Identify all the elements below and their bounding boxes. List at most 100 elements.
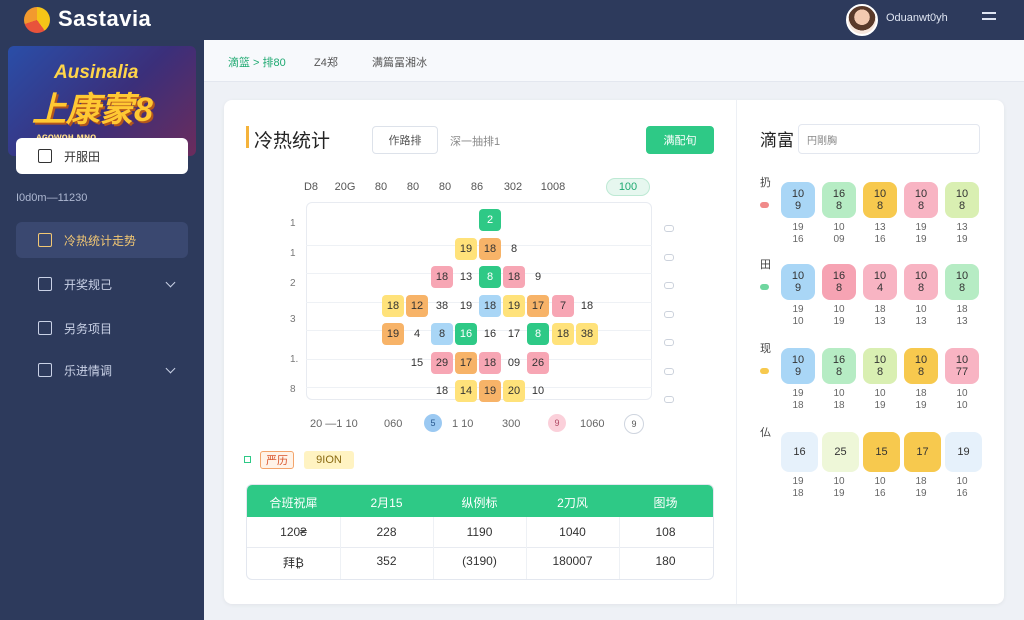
heatmap-cell[interactable]: 8 xyxy=(503,238,525,260)
heatmap-cell[interactable]: 19 xyxy=(455,295,477,317)
number-ball[interactable]: 10 4 xyxy=(863,264,897,300)
heatmap-cell[interactable]: 13 xyxy=(455,266,477,288)
number-ball[interactable]: 10 8 xyxy=(863,182,897,218)
number-ball[interactable]: 16 8 xyxy=(822,348,856,384)
heatmap-cell[interactable]: 4 xyxy=(406,323,428,345)
banner-headline: 上康蒙8 xyxy=(32,91,153,129)
table-header-cell: 纵例标 xyxy=(461,496,498,510)
ball-number: 8 xyxy=(876,200,884,212)
number-ball[interactable]: 10 8 xyxy=(945,182,979,218)
sidebar-item-hot-cold[interactable]: 冷热统计走势 xyxy=(16,222,188,258)
heatmap-cell[interactable]: 38 xyxy=(431,295,453,317)
right-panel-search-input[interactable] xyxy=(798,124,980,154)
number-ball[interactable]: 10 9 xyxy=(781,182,815,218)
sidebar-item-projects[interactable]: 另务项目 xyxy=(16,310,188,346)
heatmap-cell[interactable]: 17 xyxy=(527,295,549,317)
number-ball[interactable]: 19 xyxy=(945,432,982,472)
heatmap-cell[interactable]: 7 xyxy=(552,295,574,317)
legend-badge[interactable]: 严历 xyxy=(260,451,294,469)
heatmap-cell[interactable]: 18 xyxy=(479,352,501,374)
ball-stat: 10 xyxy=(833,304,845,315)
heatmap-cell[interactable]: 29 xyxy=(431,352,453,374)
heatmap-cell[interactable]: 14 xyxy=(455,380,477,402)
number-ball[interactable]: 17 xyxy=(904,432,941,472)
row-marker-icon[interactable] xyxy=(664,225,674,232)
heatmap-cell[interactable]: 15 xyxy=(406,352,428,374)
sidebar-item-label: I0d0m—11230 xyxy=(16,192,88,204)
number-ball[interactable]: 10 8 xyxy=(904,264,938,300)
number-ball[interactable]: 10 8 xyxy=(904,348,938,384)
sidebar-item-settings[interactable]: 乐进情调 xyxy=(16,352,188,388)
sidebar-item-period[interactable]: I0d0m—11230 xyxy=(16,180,188,216)
heatmap-cell[interactable]: 26 xyxy=(527,352,549,374)
number-ball[interactable]: 10 8 xyxy=(904,182,938,218)
breadcrumb-item[interactable]: Z4郑 xyxy=(314,54,338,70)
heatmap-cell[interactable]: 16 xyxy=(479,323,501,345)
heatmap-cell[interactable]: 18 xyxy=(479,238,501,260)
heatmap-cell[interactable]: 18 xyxy=(576,295,598,317)
number-ball[interactable]: 10 9 xyxy=(781,264,815,300)
sidebar-item-rules[interactable]: 开奖规己 xyxy=(16,266,188,302)
ball-number: 9 xyxy=(794,200,802,212)
heatmap-cell[interactable]: 18 xyxy=(479,295,501,317)
breadcrumb-item[interactable]: 滴篮 > 排80 xyxy=(228,54,286,70)
ball-top-number: 10 xyxy=(914,270,928,282)
heatmap-cell[interactable]: 19 xyxy=(503,295,525,317)
heatmap-cell[interactable]: 2 xyxy=(479,209,501,231)
heatmap-cell[interactable]: 8 xyxy=(527,323,549,345)
legend-badge[interactable]: 9ION xyxy=(304,451,354,469)
heatmap-cell[interactable]: 18 xyxy=(503,266,525,288)
heatmap-cell[interactable]: 19 xyxy=(455,238,477,260)
sidebar-item-home[interactable]: 开服田 xyxy=(16,138,188,174)
number-ball[interactable]: 16 xyxy=(781,432,818,472)
number-ball[interactable]: 10 8 xyxy=(945,264,979,300)
column-header: 80 xyxy=(438,181,452,193)
number-ball[interactable]: 16 8 xyxy=(822,264,856,300)
heatmap-cell[interactable]: 38 xyxy=(576,323,598,345)
heatmap-cell[interactable]: 09 xyxy=(503,352,525,374)
heatmap-cell[interactable]: 19 xyxy=(382,323,404,345)
breadcrumb-item[interactable]: 满篇冨湘冰 xyxy=(372,54,427,70)
heatmap-cell[interactable]: 18 xyxy=(431,266,453,288)
row-marker-icon[interactable] xyxy=(664,311,674,318)
number-ball[interactable]: 16 8 xyxy=(822,182,856,218)
row-marker-icon[interactable] xyxy=(664,282,674,289)
number-ball[interactable]: 25 xyxy=(822,432,859,472)
heatmap-cell[interactable]: 8 xyxy=(431,323,453,345)
heatmap-cell[interactable]: 18 xyxy=(431,380,453,402)
row-marker-icon[interactable] xyxy=(664,396,674,403)
number-ball[interactable]: 10 8 xyxy=(863,348,897,384)
menu-icon[interactable] xyxy=(982,12,996,26)
banner-title: Ausinalia xyxy=(54,62,139,83)
heatmap-cell[interactable]: 10 xyxy=(527,380,549,402)
number-ball[interactable]: 15 xyxy=(863,432,900,472)
row-marker-icon[interactable] xyxy=(664,254,674,261)
number-ball[interactable]: 10 77 xyxy=(945,348,979,384)
top-bar: Sastavia Oduanwt0yh xyxy=(0,0,1024,40)
ball-number: 9 xyxy=(794,366,802,378)
footer-toggle[interactable]: 9 xyxy=(624,414,644,434)
row-marker-icon[interactable] xyxy=(664,339,674,346)
heatmap-cell[interactable]: 20 xyxy=(503,380,525,402)
heatmap-cell[interactable]: 18 xyxy=(552,323,574,345)
heatmap-cell[interactable]: 19 xyxy=(479,380,501,402)
avatar[interactable] xyxy=(846,4,878,36)
column-header-pill[interactable]: 100 xyxy=(606,178,650,196)
filter-button[interactable]: 作路排 xyxy=(372,126,438,154)
heatmap-cell[interactable]: 8 xyxy=(479,266,501,288)
row-marker-icon[interactable] xyxy=(664,368,674,375)
heatmap-cell[interactable]: 16 xyxy=(455,323,477,345)
ball-stat: 19 xyxy=(915,488,927,499)
heatmap-cell[interactable]: 17 xyxy=(503,323,525,345)
heatmap-cell[interactable]: 18 xyxy=(382,295,404,317)
heatmap-cell[interactable]: 9 xyxy=(527,266,549,288)
footer-marker-pink[interactable]: 9 xyxy=(548,414,566,432)
heatmap-cell[interactable]: 12 xyxy=(406,295,428,317)
number-ball[interactable]: 10 9 xyxy=(781,348,815,384)
ball-top-number: 10 xyxy=(914,354,928,366)
heatmap-cell[interactable]: 17 xyxy=(455,352,477,374)
footer-marker-blue[interactable]: 5 xyxy=(424,414,442,432)
user-name[interactable]: Oduanwt0yh xyxy=(886,12,948,24)
action-button[interactable]: 满配旬 xyxy=(646,126,714,154)
table-cell: 拜₿ xyxy=(283,556,304,570)
